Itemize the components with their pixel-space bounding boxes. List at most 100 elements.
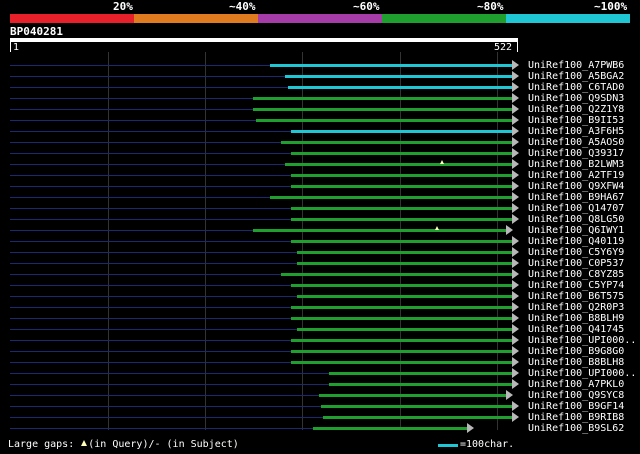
alignment-bar[interactable] [297, 328, 512, 331]
hit-label[interactable]: UniRef100_C5YP74 [528, 280, 624, 291]
alignment-bar[interactable] [256, 119, 512, 122]
hit-label[interactable]: UniRef100_B9II53 [528, 115, 624, 126]
hit-label[interactable]: UniRef100_A3F6H5 [528, 126, 624, 137]
alignment-bar[interactable] [313, 427, 467, 430]
alignment-bar[interactable] [285, 75, 512, 78]
alignment-bar[interactable] [291, 152, 512, 155]
hit-label[interactable]: UniRef100_B9SL62 [528, 423, 624, 434]
hit-label[interactable]: UniRef100_A5AOS0 [528, 137, 624, 148]
hit-label[interactable]: UniRef100_Q14707 [528, 203, 624, 214]
alignment-bar[interactable] [291, 306, 512, 309]
hit-row[interactable]: UniRef100_B9SL62 [0, 423, 640, 434]
hit-label[interactable]: UniRef100_A7PKL0 [528, 379, 624, 390]
hit-label[interactable]: UniRef100_Q41745 [528, 324, 624, 335]
alignment-bar[interactable] [319, 394, 506, 397]
alignment-bar[interactable] [323, 416, 512, 419]
hit-label[interactable]: UniRef100_B2LWM3 [528, 159, 624, 170]
hit-label[interactable]: UniRef100_A7PWB6 [528, 60, 624, 71]
hit-label[interactable]: UniRef100_B9G8G0 [528, 346, 624, 357]
hit-label[interactable]: UniRef100_C6TAD0 [528, 82, 624, 93]
hit-label[interactable]: UniRef100_Q2R0P3 [528, 302, 624, 313]
hit-row[interactable]: UniRef100_Q6IWY1 [0, 225, 640, 236]
alignment-bar[interactable] [291, 339, 512, 342]
hit-label[interactable]: UniRef100_C0P537 [528, 258, 624, 269]
hit-row[interactable]: UniRef100_B8BLH8 [0, 357, 640, 368]
hit-label[interactable]: UniRef100_Q9SDN3 [528, 93, 624, 104]
alignment-bar[interactable] [321, 405, 512, 408]
hit-row[interactable]: UniRef100_Q9SDN3 [0, 93, 640, 104]
alignment-bar[interactable] [291, 361, 512, 364]
alignment-bar[interactable] [270, 196, 512, 199]
hit-label[interactable]: UniRef100_B6T575 [528, 291, 624, 302]
hit-row[interactable]: UniRef100_A7PWB6 [0, 60, 640, 71]
hit-row[interactable]: UniRef100_B8BLH9 [0, 313, 640, 324]
hit-label[interactable]: UniRef100_Q9SYC8 [528, 390, 624, 401]
alignment-bar[interactable] [297, 251, 512, 254]
alignment-bar[interactable] [297, 295, 512, 298]
hit-row[interactable]: UniRef100_Q39317 [0, 148, 640, 159]
hit-label[interactable]: UniRef100_B9RIB8 [528, 412, 624, 423]
alignment-bar[interactable] [288, 86, 512, 89]
hit-label[interactable]: UniRef100_UPI000.. [528, 368, 636, 379]
hit-row[interactable]: UniRef100_B9II53 [0, 115, 640, 126]
alignment-bar[interactable] [297, 262, 512, 265]
hit-label[interactable]: UniRef100_B9HA67 [528, 192, 624, 203]
alignment-bar[interactable] [253, 229, 506, 232]
alignment-bar[interactable] [291, 317, 512, 320]
alignment-bar[interactable] [291, 350, 512, 353]
alignment-bar[interactable] [270, 64, 512, 67]
hit-row[interactable]: UniRef100_A7PKL0 [0, 379, 640, 390]
hit-row[interactable]: UniRef100_UPI000.. [0, 368, 640, 379]
hit-label[interactable]: UniRef100_B9GF14 [528, 401, 624, 412]
alignment-bar[interactable] [253, 97, 512, 100]
alignment-bar[interactable] [329, 383, 512, 386]
alignment-bar[interactable] [285, 163, 512, 166]
hit-row[interactable]: UniRef100_C0P537 [0, 258, 640, 269]
alignment-bar[interactable] [291, 218, 512, 221]
hit-label[interactable]: UniRef100_UPI000.. [528, 335, 636, 346]
hit-row[interactable]: UniRef100_C6TAD0 [0, 82, 640, 93]
hit-label[interactable]: UniRef100_Q39317 [528, 148, 624, 159]
alignment-bar[interactable] [281, 141, 512, 144]
hit-label[interactable]: UniRef100_C5Y6Y9 [528, 247, 624, 258]
alignment-bar[interactable] [291, 207, 512, 210]
alignment-bar[interactable] [281, 273, 512, 276]
hit-label[interactable]: UniRef100_Q40119 [528, 236, 624, 247]
hit-row[interactable]: UniRef100_B9GF14 [0, 401, 640, 412]
hit-row[interactable]: UniRef100_Q9XFW4 [0, 181, 640, 192]
hit-label[interactable]: UniRef100_Q9XFW4 [528, 181, 624, 192]
hit-row[interactable]: UniRef100_Q8LG50 [0, 214, 640, 225]
hit-row[interactable]: UniRef100_A2TF19 [0, 170, 640, 181]
hit-row[interactable]: UniRef100_A3F6H5 [0, 126, 640, 137]
hit-row[interactable]: UniRef100_Q9SYC8 [0, 390, 640, 401]
hit-row[interactable]: UniRef100_B6T575 [0, 291, 640, 302]
hit-row[interactable]: UniRef100_Q2R0P3 [0, 302, 640, 313]
alignment-bar[interactable] [329, 372, 512, 375]
alignment-bar[interactable] [291, 240, 512, 243]
hit-row[interactable]: UniRef100_B9RIB8 [0, 412, 640, 423]
hit-row[interactable]: UniRef100_C8YZ85 [0, 269, 640, 280]
hit-label[interactable]: UniRef100_Q6IWY1 [528, 225, 624, 236]
hit-label[interactable]: UniRef100_A5BGA2 [528, 71, 624, 82]
hit-row[interactable]: UniRef100_B9G8G0 [0, 346, 640, 357]
hit-label[interactable]: UniRef100_Q2Z1Y8 [528, 104, 624, 115]
hit-row[interactable]: UniRef100_Q2Z1Y8 [0, 104, 640, 115]
hit-row[interactable]: UniRef100_Q14707 [0, 203, 640, 214]
alignment-bar[interactable] [291, 130, 512, 133]
hit-row[interactable]: UniRef100_UPI000.. [0, 335, 640, 346]
alignment-bar[interactable] [253, 108, 512, 111]
hit-row[interactable]: UniRef100_B9HA67 [0, 192, 640, 203]
alignment-bar[interactable] [291, 174, 512, 177]
hit-label[interactable]: UniRef100_Q8LG50 [528, 214, 624, 225]
hit-row[interactable]: UniRef100_A5BGA2 [0, 71, 640, 82]
hit-row[interactable]: UniRef100_C5Y6Y9 [0, 247, 640, 258]
hit-row[interactable]: UniRef100_A5AOS0 [0, 137, 640, 148]
hit-label[interactable]: UniRef100_B8BLH9 [528, 313, 624, 324]
hit-label[interactable]: UniRef100_C8YZ85 [528, 269, 624, 280]
hit-label[interactable]: UniRef100_B8BLH8 [528, 357, 624, 368]
alignment-bar[interactable] [291, 185, 512, 188]
alignment-bar[interactable] [291, 284, 512, 287]
hit-row[interactable]: UniRef100_C5YP74 [0, 280, 640, 291]
hit-row[interactable]: UniRef100_B2LWM3 [0, 159, 640, 170]
hit-label[interactable]: UniRef100_A2TF19 [528, 170, 624, 181]
